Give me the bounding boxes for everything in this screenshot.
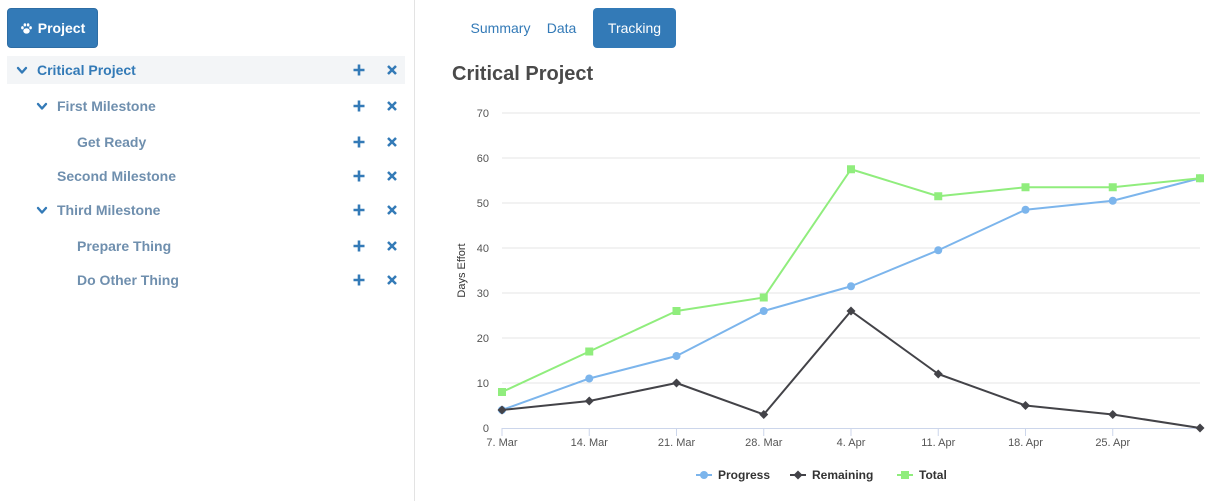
legend-marker-progress — [700, 471, 708, 479]
data-point-progress — [672, 352, 681, 360]
x-tick-label: 14. Mar — [571, 437, 609, 449]
tree-item-label[interactable]: Get Ready — [77, 134, 146, 150]
tree-item-critical-project[interactable]: Critical Project — [7, 56, 405, 84]
plus-icon[interactable] — [352, 203, 366, 217]
tree-item-label[interactable]: Do Other Thing — [77, 272, 179, 288]
legend-marker-remaining — [793, 470, 803, 480]
data-point-progress — [847, 282, 855, 291]
data-point-remaining — [1195, 423, 1205, 433]
data-point-total — [585, 347, 594, 356]
data-point-total — [759, 293, 768, 302]
y-tick-label: 0 — [483, 423, 489, 435]
y-tick-label: 50 — [477, 198, 489, 210]
data-point-progress — [585, 374, 594, 383]
tree-item-label[interactable]: Prepare Thing — [77, 238, 171, 254]
y-tick-label: 60 — [477, 153, 489, 165]
y-tick-label: 10 — [477, 378, 489, 390]
y-axis-title: Days Effort — [456, 243, 468, 297]
close-icon[interactable] — [385, 99, 399, 113]
data-point-progress — [759, 307, 768, 315]
data-point-remaining — [584, 396, 594, 406]
legend-item-progress[interactable]: Progress — [718, 468, 770, 482]
legend-item-total[interactable]: Total — [919, 468, 947, 482]
plus-icon[interactable] — [352, 135, 366, 149]
tree-item-third-milestone[interactable]: Third Milestone — [7, 196, 405, 224]
close-icon[interactable] — [385, 239, 399, 253]
detail-panel: Summary Data Tracking Critical Project 0… — [416, 0, 1215, 501]
x-tick-label: 21. Mar — [658, 437, 696, 449]
x-tick-label: 11. Apr — [921, 437, 955, 449]
tracking-chart: 0 10 20 30 40 50 60 70 7. Mar 14. Mar 21. Mar 28. M… — [456, 108, 1205, 482]
tree-item-label[interactable]: First Milestone — [57, 98, 156, 114]
legend-item-remaining[interactable]: Remaining — [812, 468, 873, 482]
data-point-progress — [1021, 205, 1030, 214]
tree-item-label[interactable]: Critical Project — [37, 62, 136, 78]
data-point-total — [1108, 183, 1117, 192]
plus-icon[interactable] — [352, 273, 366, 287]
data-point-total — [1196, 174, 1204, 183]
data-point-remaining — [672, 378, 681, 388]
project-tree-panel: Project Critical Project First Milestone G… — [0, 0, 415, 501]
x-tick-label: 4. Apr — [837, 437, 866, 449]
plus-icon[interactable] — [352, 239, 366, 253]
tree-item-do-other-thing[interactable]: Do Other Thing — [7, 266, 405, 294]
tree-item-label[interactable]: Third Milestone — [57, 202, 160, 218]
tree-item-second-milestone[interactable]: Second Milestone — [7, 162, 405, 190]
close-icon[interactable] — [385, 135, 399, 149]
tree-item-label[interactable]: Second Milestone — [57, 168, 176, 184]
data-point-total — [847, 165, 855, 174]
series-line-remaining — [501, 310, 1201, 429]
chevron-down-icon[interactable] — [15, 63, 29, 77]
plus-icon[interactable] — [352, 169, 366, 183]
project-button-label: Project — [37, 20, 86, 36]
data-point-total — [672, 307, 681, 315]
x-tick-label: 7. Mar — [486, 437, 518, 449]
series-line-progress — [501, 177, 1201, 411]
data-point-total — [498, 388, 506, 396]
tree-item-get-ready[interactable]: Get Ready — [7, 128, 405, 156]
chevron-down-icon[interactable] — [35, 99, 49, 113]
data-point-progress — [1108, 196, 1117, 205]
y-tick-label: 30 — [477, 288, 489, 300]
close-icon[interactable] — [385, 203, 399, 217]
project-button[interactable]: Project — [7, 8, 98, 48]
tree-item-prepare-thing[interactable]: Prepare Thing — [7, 232, 405, 260]
data-point-progress — [934, 246, 943, 255]
y-tick-label: 70 — [477, 108, 489, 120]
x-tick-label: 18. Apr — [1008, 437, 1043, 449]
x-tick-label: 28. Mar — [745, 437, 783, 449]
data-point-remaining — [497, 405, 507, 415]
y-tick-label: 40 — [477, 243, 489, 255]
chevron-down-icon[interactable] — [35, 203, 49, 217]
tree-item-first-milestone[interactable]: First Milestone — [7, 92, 405, 120]
plus-icon[interactable] — [352, 99, 366, 113]
close-icon[interactable] — [385, 273, 399, 287]
y-tick-label: 20 — [477, 333, 489, 345]
close-icon[interactable] — [385, 169, 399, 183]
data-point-total — [1021, 183, 1030, 192]
data-point-remaining — [1108, 410, 1118, 419]
x-tick-label: 25. Apr — [1095, 437, 1130, 449]
data-point-total — [934, 192, 943, 201]
close-icon[interactable] — [385, 63, 399, 77]
legend-marker-total — [901, 471, 909, 479]
paw-icon — [20, 22, 32, 34]
data-point-remaining — [1021, 401, 1030, 410]
plus-icon[interactable] — [352, 63, 366, 77]
